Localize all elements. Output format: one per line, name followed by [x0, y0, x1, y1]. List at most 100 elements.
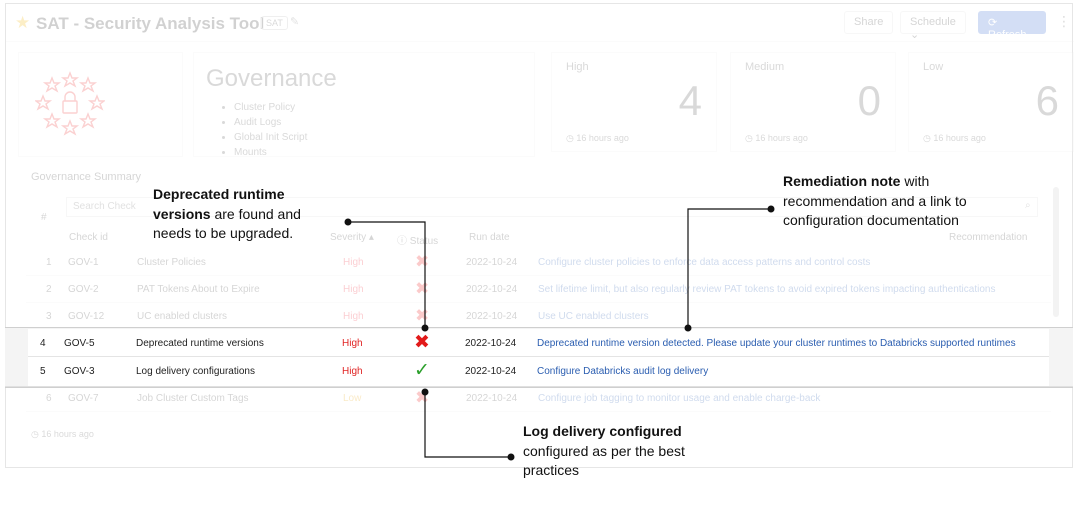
- col-header-status[interactable]: ⓘ Status: [397, 232, 438, 247]
- footer-time-text: 16 hours ago: [41, 429, 94, 439]
- table-row-deprecated-runtime[interactable]: 4 GOV-5 Deprecated runtime versions High…: [28, 329, 1049, 357]
- clock-icon: ◷: [566, 133, 574, 143]
- highlight-border: [5, 327, 1073, 328]
- stat-value: 6: [1035, 77, 1059, 124]
- fail-x-icon: ✖: [415, 279, 430, 298]
- governance-title: Governance: [206, 65, 337, 92]
- row-severity: High: [343, 311, 364, 322]
- dashboard-tag[interactable]: SAT: [261, 16, 288, 30]
- stat-label: High: [566, 61, 589, 73]
- row-severity: Low: [343, 393, 362, 404]
- security-stars-lock-icon: [35, 71, 105, 136]
- row-severity: High: [342, 338, 363, 349]
- row-severity: High: [343, 257, 364, 268]
- col-header-recommendation[interactable]: Recommendation: [949, 232, 1027, 243]
- table-row[interactable]: 2 GOV-2 PAT Tokens About to Expire High …: [26, 276, 1051, 303]
- refresh-icon: ⟳: [988, 17, 998, 29]
- row-recommendation-link[interactable]: Use UC enabled clusters: [538, 311, 649, 322]
- row-num: 6: [46, 393, 52, 404]
- highlighted-rows: 4 GOV-5 Deprecated runtime versions High…: [28, 329, 1049, 386]
- row-check-name: Deprecated runtime versions: [136, 338, 264, 349]
- stat-time: ◷ 16 hours ago: [923, 133, 986, 144]
- row-check-name: Cluster Policies: [137, 257, 206, 268]
- callout-remediation-note: Remediation note with recommendation and…: [783, 172, 973, 231]
- share-button[interactable]: Share: [844, 11, 894, 34]
- governance-item: Global Init Script: [234, 130, 307, 145]
- stat-time: ◷ 16 hours ago: [745, 133, 808, 144]
- callout-deprecated-runtime: Deprecated runtime versions are found an…: [153, 185, 338, 244]
- row-run-date: 2022-10-24: [466, 257, 518, 268]
- summary-title: Governance Summary: [31, 171, 142, 183]
- row-num: 5: [40, 366, 46, 377]
- fail-x-icon: ✖: [415, 388, 430, 407]
- row-num: 1: [46, 257, 52, 268]
- more-options-icon[interactable]: ⋮: [1057, 13, 1071, 30]
- row-check-name: UC enabled clusters: [137, 311, 228, 322]
- row-run-date: 2022-10-24: [466, 393, 518, 404]
- row-num: 3: [46, 311, 52, 322]
- dashboard-title: SAT - Security Analysis Tool: [36, 14, 265, 33]
- row-severity: High: [343, 284, 364, 295]
- governance-item: Cluster Policy: [234, 100, 307, 115]
- governance-logo-card: [18, 52, 183, 157]
- table-row[interactable]: 1 GOV-1 Cluster Policies High ✖ 2022-10-…: [26, 249, 1051, 276]
- row-check-name: Log delivery configurations: [136, 366, 255, 377]
- row-recommendation-link[interactable]: Set lifetime limit, but also regularly r…: [538, 284, 995, 295]
- stat-card-medium: Medium 0 ◷ 16 hours ago: [730, 52, 896, 152]
- row-check-id: GOV-2: [68, 284, 99, 295]
- stat-card-low: Low 6 ◷ 16 hours ago: [908, 52, 1074, 152]
- row-recommendation-link[interactable]: Configure job tagging to monitor usage a…: [538, 393, 820, 404]
- row-run-date: 2022-10-24: [466, 311, 518, 322]
- row-recommendation-link[interactable]: Configure Databricks audit log delivery: [537, 366, 708, 377]
- table-scrollbar[interactable]: [1053, 187, 1059, 317]
- row-num: 2: [46, 284, 52, 295]
- row-recommendation-link[interactable]: Configure cluster policies to enforce da…: [538, 257, 870, 268]
- fail-x-icon: ✖: [414, 332, 430, 353]
- row-check-id: GOV-12: [68, 311, 105, 322]
- callout-bold: Remediation note: [783, 173, 901, 189]
- row-run-date: 2022-10-24: [466, 284, 518, 295]
- highlight-border: [5, 387, 1073, 388]
- info-icon: ⓘ: [397, 236, 407, 247]
- chevron-down-icon: ⌄: [910, 29, 920, 41]
- clock-icon: ◷: [745, 133, 753, 143]
- callout-log-delivery: Log delivery configured configured as pe…: [523, 422, 703, 481]
- governance-card: Governance Cluster Policy Audit Logs Glo…: [193, 52, 535, 160]
- table-row-log-delivery[interactable]: 5 GOV-3 Log delivery configurations High…: [28, 357, 1049, 385]
- governance-item: Mounts: [234, 145, 307, 160]
- stat-time-text: 16 hours ago: [576, 133, 629, 143]
- col-header-check-id[interactable]: Check id: [69, 232, 108, 243]
- row-run-date: 2022-10-24: [465, 366, 517, 377]
- governance-item: Audit Logs: [234, 115, 307, 130]
- stat-time-text: 16 hours ago: [755, 133, 808, 143]
- stat-card-high: High 4 ◷ 16 hours ago: [551, 52, 717, 152]
- status-header-label: Status: [409, 236, 439, 247]
- stat-value: 0: [857, 77, 881, 124]
- schedule-button[interactable]: Schedule ⌄: [900, 11, 966, 41]
- col-header-run-date[interactable]: Run date: [469, 232, 510, 243]
- row-run-date: 2022-10-24: [465, 338, 517, 349]
- search-icon[interactable]: ⌕: [1025, 200, 1031, 211]
- stat-time: ◷ 16 hours ago: [566, 133, 629, 144]
- governance-list: Cluster Policy Audit Logs Global Init Sc…: [222, 100, 307, 160]
- schedule-label: Schedule: [910, 16, 956, 28]
- table-row[interactable]: 6 GOV-7 Job Cluster Custom Tags Low ✖ 20…: [26, 385, 1051, 412]
- stat-label: Medium: [745, 61, 785, 73]
- callout-bold: Log delivery configured: [523, 423, 682, 439]
- row-severity: High: [342, 366, 363, 377]
- refresh-button[interactable]: ⟳ Refresh: [978, 11, 1046, 41]
- dashboard-topbar: ★ SAT - Security Analysis Tool SAT ✎ Sha…: [6, 4, 1074, 42]
- fail-x-icon: ✖: [415, 306, 430, 325]
- table-row[interactable]: 3 GOV-12 UC enabled clusters High ✖ 2022…: [26, 303, 1051, 330]
- edit-pencil-icon[interactable]: ✎: [290, 15, 299, 28]
- row-recommendation-link[interactable]: Deprecated runtime version detected. Ple…: [537, 338, 1016, 349]
- row-check-name: PAT Tokens About to Expire: [137, 284, 260, 295]
- stat-value: 4: [678, 77, 702, 124]
- favorite-star-icon[interactable]: ★: [15, 13, 30, 33]
- row-check-id: GOV-5: [64, 338, 95, 349]
- clock-icon: ◷: [923, 133, 931, 143]
- stat-label: Low: [923, 61, 944, 73]
- clock-icon: ◷: [31, 429, 39, 439]
- sort-asc-icon: ▴: [368, 232, 374, 243]
- refresh-label: Refresh: [988, 29, 1027, 41]
